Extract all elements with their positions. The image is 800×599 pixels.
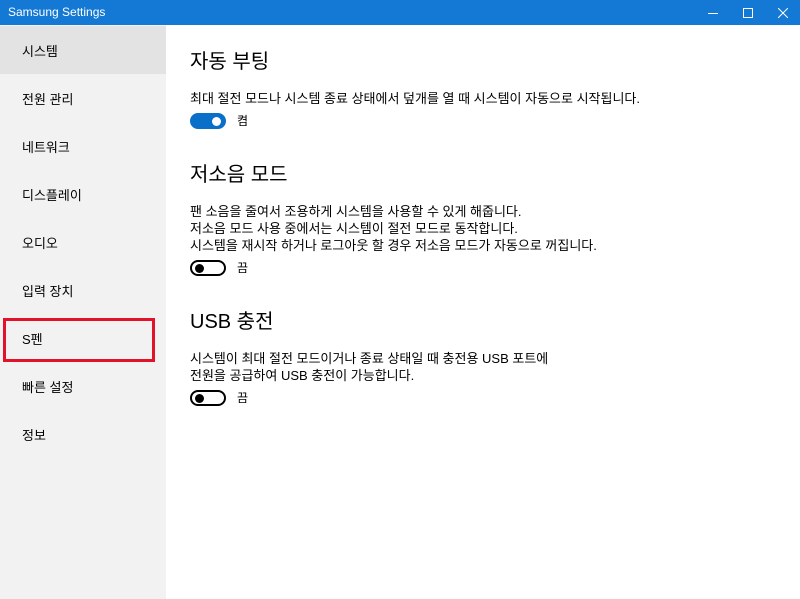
sidebar-item-audio[interactable]: 오디오 — [0, 218, 166, 266]
section-description-line: 시스템이 최대 절전 모드이거나 종료 상태일 때 충전용 USB 포트에 — [190, 350, 549, 366]
section-description-line: 팬 소음을 줄여서 조용하게 시스템을 사용할 수 있게 해줍니다. — [190, 203, 522, 219]
title-bar[interactable]: Samsung Settings — [0, 0, 800, 25]
section-title: USB 충전 — [190, 311, 274, 333]
toggle-knob — [212, 116, 221, 126]
maximize-icon — [742, 7, 753, 18]
window-title: Samsung Settings — [8, 5, 106, 19]
sidebar: 시스템 전원 관리 네트워크 디스플레이 오디오 입력 장치 S펜 빠른 설정 … — [0, 25, 166, 599]
toggle-knob — [195, 263, 204, 273]
section-description-line: 저소음 모드 사용 중에서는 시스템이 절전 모드로 동작합니다. — [190, 220, 518, 236]
sidebar-item-quick-settings[interactable]: 빠른 설정 — [0, 362, 166, 410]
sidebar-item-label: 입력 장치 — [22, 283, 74, 299]
auto-boot-toggle[interactable] — [190, 113, 226, 129]
sidebar-item-label: 시스템 — [22, 43, 58, 59]
toggle-row: 켬 — [190, 113, 800, 129]
sidebar-item-label: S펜 — [22, 331, 43, 347]
section-title: 저소음 모드 — [190, 164, 288, 186]
usb-charging-section: USB 충전 시스템이 최대 절전 모드이거나 종료 상태일 때 충전용 USB… — [190, 309, 800, 406]
sidebar-item-power[interactable]: 전원 관리 — [0, 74, 166, 122]
section-description-line: 최대 절전 모드나 시스템 종료 상태에서 덮개를 열 때 시스템이 자동으로 … — [190, 90, 640, 106]
sidebar-item-system[interactable]: 시스템 — [0, 26, 166, 74]
minimize-button[interactable] — [695, 0, 730, 25]
toggle-state-label: 켬 — [237, 114, 249, 128]
auto-boot-section: 자동 부팅 최대 절전 모드나 시스템 종료 상태에서 덮개를 열 때 시스템이… — [190, 49, 800, 129]
silent-mode-section: 저소음 모드 팬 소음을 줄여서 조용하게 시스템을 사용할 수 있게 해줍니다… — [190, 162, 800, 276]
close-button[interactable] — [765, 0, 800, 25]
sidebar-item-label: 오디오 — [22, 235, 58, 251]
sidebar-item-label: 정보 — [22, 427, 46, 443]
sidebar-item-label: 디스플레이 — [22, 187, 82, 203]
section-description-line: 전원을 공급하여 USB 충전이 가능합니다. — [190, 367, 415, 383]
silent-mode-toggle[interactable] — [190, 260, 226, 276]
sidebar-item-label: 빠른 설정 — [22, 379, 74, 395]
toggle-row: 끔 — [190, 390, 800, 406]
usb-charging-toggle[interactable] — [190, 390, 226, 406]
sidebar-item-display[interactable]: 디스플레이 — [0, 170, 166, 218]
toggle-knob — [195, 393, 204, 403]
minimize-icon — [707, 12, 718, 14]
toggle-state-label: 끔 — [237, 261, 249, 275]
sidebar-item-label: 네트워크 — [22, 139, 70, 155]
section-description-line: 시스템을 재시작 하거나 로그아웃 할 경우 저소음 모드가 자동으로 꺼집니다… — [190, 237, 597, 253]
sidebar-item-label: 전원 관리 — [22, 91, 74, 107]
toggle-row: 끔 — [190, 260, 800, 276]
toggle-state-label: 끔 — [237, 391, 249, 405]
maximize-button[interactable] — [730, 0, 765, 25]
section-title: 자동 부팅 — [190, 51, 270, 73]
close-icon — [777, 7, 788, 18]
settings-content: 자동 부팅 최대 절전 모드나 시스템 종료 상태에서 덮개를 열 때 시스템이… — [166, 25, 800, 599]
sidebar-item-info[interactable]: 정보 — [0, 410, 166, 458]
sidebar-item-input-devices[interactable]: 입력 장치 — [0, 266, 166, 314]
sidebar-item-network[interactable]: 네트워크 — [0, 122, 166, 170]
sidebar-item-s-pen[interactable]: S펜 — [0, 314, 166, 362]
